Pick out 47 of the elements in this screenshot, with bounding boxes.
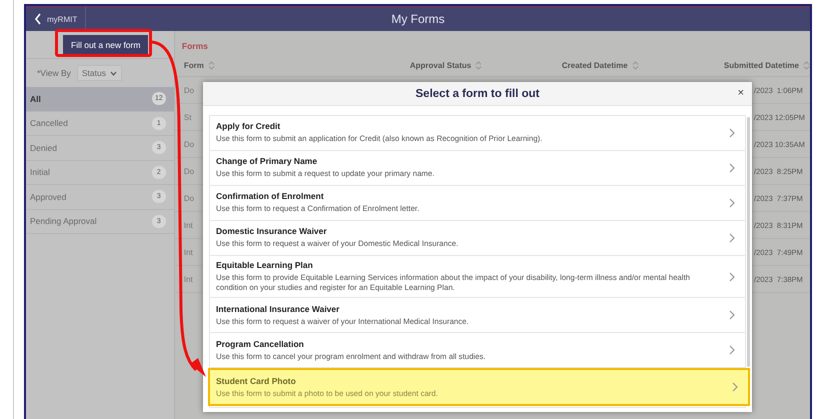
form-title: Program Cancellation	[216, 338, 305, 349]
chevron-icon	[729, 163, 735, 173]
form-title: Student Card Photo	[216, 376, 297, 386]
chevron-icon	[729, 272, 735, 282]
table-cell: Do	[184, 86, 194, 94]
sort-icon	[632, 60, 639, 70]
section-heading: Forms	[180, 40, 209, 51]
status-label: Initial	[30, 167, 50, 178]
column-header[interactable]: Created Datetime	[562, 60, 724, 70]
new-form-button[interactable]: Fill out a new form	[63, 34, 148, 54]
dialog-title: Select a form to fill out	[416, 88, 540, 100]
chevron-icon	[729, 198, 735, 208]
status-label: Pending Approval	[30, 216, 97, 226]
status-label: Approved	[30, 192, 66, 202]
page-title: My Forms	[391, 12, 445, 26]
sort-icon	[475, 60, 482, 70]
column-header[interactable]: Submitted Datetime	[724, 60, 810, 70]
form-title: International Insurance Waiver	[216, 304, 340, 314]
form-title: Change of Primary Name	[216, 156, 318, 166]
caret-icon	[110, 70, 117, 76]
column-header[interactable]: Approval Status	[410, 60, 562, 70]
status-label: Cancelled	[30, 118, 68, 128]
column-header[interactable]: Form	[184, 60, 410, 70]
view-by-label: *View By	[37, 68, 71, 78]
form-title: Domestic Insurance Waiver	[216, 226, 328, 236]
status-label: Denied	[30, 142, 57, 153]
form-title: Confirmation of Enrolment	[216, 191, 325, 202]
chevron-icon	[729, 345, 735, 356]
sort-icon	[208, 60, 215, 70]
table-cell: Do	[184, 194, 194, 202]
table-cell: Int	[184, 248, 193, 256]
table-cell: Do	[184, 166, 194, 176]
table-cell: Do	[184, 140, 194, 148]
form-title: Equitable Learning Plan	[216, 260, 314, 270]
back-icon	[34, 13, 42, 25]
sort-icon	[803, 60, 810, 70]
form-title: Apply for Credit	[216, 121, 282, 132]
chevron-icon	[729, 128, 735, 138]
chevron-icon	[732, 382, 738, 392]
chevron-icon	[729, 233, 735, 243]
table-cell: Int	[184, 274, 193, 284]
chevron-icon	[729, 310, 735, 320]
view-by-select[interactable]: Status	[76, 65, 122, 81]
status-label: All	[30, 94, 41, 104]
table-cell: St	[184, 112, 192, 122]
table-cell: Int	[184, 220, 193, 230]
close-button[interactable]: ×	[736, 87, 746, 99]
